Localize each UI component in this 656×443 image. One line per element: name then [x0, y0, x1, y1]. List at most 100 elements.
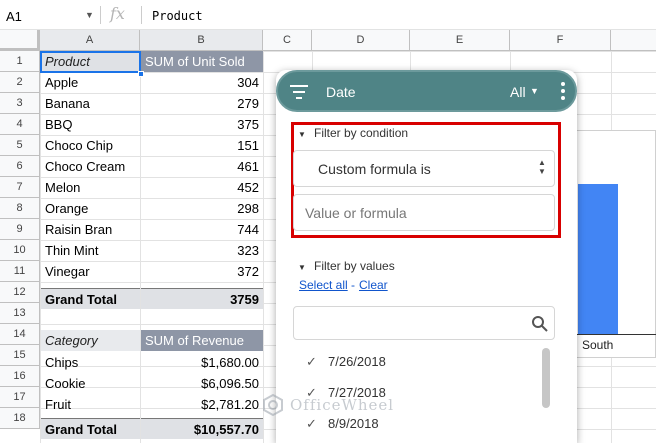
name-box-caret-icon[interactable]: ▼	[85, 10, 94, 20]
filter-dialog-header[interactable]: Date All ▼	[276, 70, 577, 112]
row-header[interactable]: 15	[0, 345, 40, 366]
filter-value-item[interactable]: ✓ 7/26/2018	[296, 354, 536, 376]
column-header-f[interactable]: F	[510, 30, 611, 51]
row-header[interactable]: 2	[0, 72, 40, 93]
chart-category-label: South	[582, 338, 614, 352]
row-header[interactable]: 18	[0, 408, 40, 429]
more-vert-icon[interactable]	[560, 82, 566, 102]
select-all-link[interactable]: Select all	[299, 278, 348, 292]
caret-down-icon[interactable]: ▼	[298, 130, 306, 139]
grand-total-value[interactable]: $10,557.70	[141, 418, 263, 439]
grand-total-value[interactable]: 3759	[141, 288, 263, 309]
pivot-row-label[interactable]: Melon	[41, 177, 140, 198]
grand-total-label[interactable]: Grand Total	[41, 418, 140, 439]
fx-icon: fx	[110, 4, 125, 23]
row-header[interactable]: 11	[0, 261, 40, 282]
row-header[interactable]: 10	[0, 240, 40, 261]
pivot-row-label[interactable]: Vinegar	[41, 261, 140, 282]
pivot-row-value[interactable]: 452	[141, 177, 263, 198]
pivot-row-value[interactable]: 461	[141, 156, 263, 177]
link-separator: -	[351, 278, 355, 292]
filter-by-condition-toggle[interactable]: Filter by condition	[314, 126, 408, 140]
row-header[interactable]: 1	[0, 51, 40, 72]
row-header[interactable]: 16	[0, 366, 40, 387]
check-icon[interactable]: ✓	[306, 354, 317, 370]
search-icon	[532, 316, 548, 332]
row-header[interactable]: 6	[0, 156, 40, 177]
pivot-row-label[interactable]: Apple	[41, 72, 140, 93]
watermark-text: OfficeWheel	[290, 396, 395, 414]
clear-link[interactable]: Clear	[359, 278, 388, 292]
pivot-row-value[interactable]: 151	[141, 135, 263, 156]
filter-value-label: 7/26/2018	[328, 354, 386, 369]
pivot-row-label[interactable]: Raisin Bran	[41, 219, 140, 240]
pivot-row-value[interactable]: 372	[141, 261, 263, 282]
column-header-a[interactable]: A	[40, 30, 140, 51]
row-header[interactable]: 5	[0, 135, 40, 156]
grand-total-label[interactable]: Grand Total	[41, 288, 140, 309]
pivot-row-value[interactable]: $6,096.50	[141, 373, 263, 394]
formula-input[interactable]: Product	[152, 9, 203, 23]
row-header[interactable]: 4	[0, 114, 40, 135]
filter-value-item[interactable]: ✓ 8/9/2018	[296, 416, 536, 438]
condition-select-value: Custom formula is	[318, 161, 431, 177]
caret-down-icon[interactable]: ▼	[530, 86, 539, 96]
row-header[interactable]: 12	[0, 282, 40, 303]
pivot-row-value[interactable]: 744	[141, 219, 263, 240]
pivot-row-value[interactable]: 279	[141, 93, 263, 114]
filter-icon[interactable]	[290, 84, 310, 100]
row-header[interactable]: 9	[0, 219, 40, 240]
filter-column-name: Date	[326, 84, 356, 100]
filter-status[interactable]: All	[510, 84, 526, 100]
grid-line	[263, 51, 264, 443]
pivot-row-label[interactable]: Orange	[41, 198, 140, 219]
row-header[interactable]: 17	[0, 387, 40, 408]
check-icon[interactable]: ✓	[306, 416, 317, 432]
column-header-b[interactable]: B	[140, 30, 263, 51]
pivot-row-label[interactable]: Banana	[41, 93, 140, 114]
name-box-value: A1	[6, 9, 22, 24]
select-all-corner[interactable]	[0, 30, 40, 51]
pivot-row-value[interactable]: 375	[141, 114, 263, 135]
formula-bar-divider	[100, 6, 101, 24]
row-header[interactable]: 7	[0, 177, 40, 198]
pivot-row-label[interactable]: Cookie	[41, 373, 140, 394]
column-header-d[interactable]: D	[312, 30, 410, 51]
pivot-row-label[interactable]: Fruit	[41, 394, 140, 415]
row-header[interactable]: 8	[0, 198, 40, 219]
pivot-row-value[interactable]: 304	[141, 72, 263, 93]
row-header[interactable]: 14	[0, 324, 40, 345]
pivot-row-label[interactable]: Thin Mint	[41, 240, 140, 261]
pivot-row-value[interactable]: 323	[141, 240, 263, 261]
filter-value-label: 8/9/2018	[328, 416, 379, 431]
watermark: OfficeWheel	[262, 392, 422, 418]
formula-bar-divider	[141, 6, 142, 24]
pivot-row-value[interactable]: $1,680.00	[141, 352, 263, 373]
column-header-g[interactable]	[611, 30, 656, 51]
formula-input-field[interactable]	[294, 195, 554, 230]
column-header-e[interactable]: E	[410, 30, 510, 51]
pivot-value-header[interactable]: SUM of Revenue	[141, 330, 263, 351]
pivot-row-label[interactable]: Choco Chip	[41, 135, 140, 156]
watermark-logo-icon	[263, 394, 283, 416]
values-scrollbar[interactable]	[542, 348, 550, 408]
row-header[interactable]: 13	[0, 303, 40, 324]
pivot-row-header[interactable]: Category	[41, 330, 140, 351]
values-search-input[interactable]	[293, 306, 555, 340]
pivot-row-label[interactable]: Choco Cream	[41, 156, 140, 177]
pivot-row-value[interactable]: 298	[141, 198, 263, 219]
chart-bar	[578, 184, 618, 334]
active-cell-outline	[40, 51, 141, 73]
pivot-row-label[interactable]: BBQ	[41, 114, 140, 135]
column-header-c[interactable]: C	[263, 30, 312, 51]
select-arrows-icon: ▲ ▼	[538, 158, 546, 176]
pivot-row-label[interactable]: Chips	[41, 352, 140, 373]
formula-bar: A1 ▼ fx Product	[0, 0, 656, 30]
pivot-value-header[interactable]: SUM of Unit Sold	[141, 51, 263, 72]
row-header[interactable]: 3	[0, 93, 40, 114]
condition-select[interactable]: Custom formula is ▲ ▼	[293, 150, 555, 187]
pivot-row-value[interactable]: $2,781.20	[141, 394, 263, 415]
filter-by-values-toggle[interactable]: Filter by values	[314, 259, 395, 273]
formula-field[interactable]	[293, 194, 555, 231]
caret-down-icon[interactable]: ▼	[298, 263, 306, 272]
